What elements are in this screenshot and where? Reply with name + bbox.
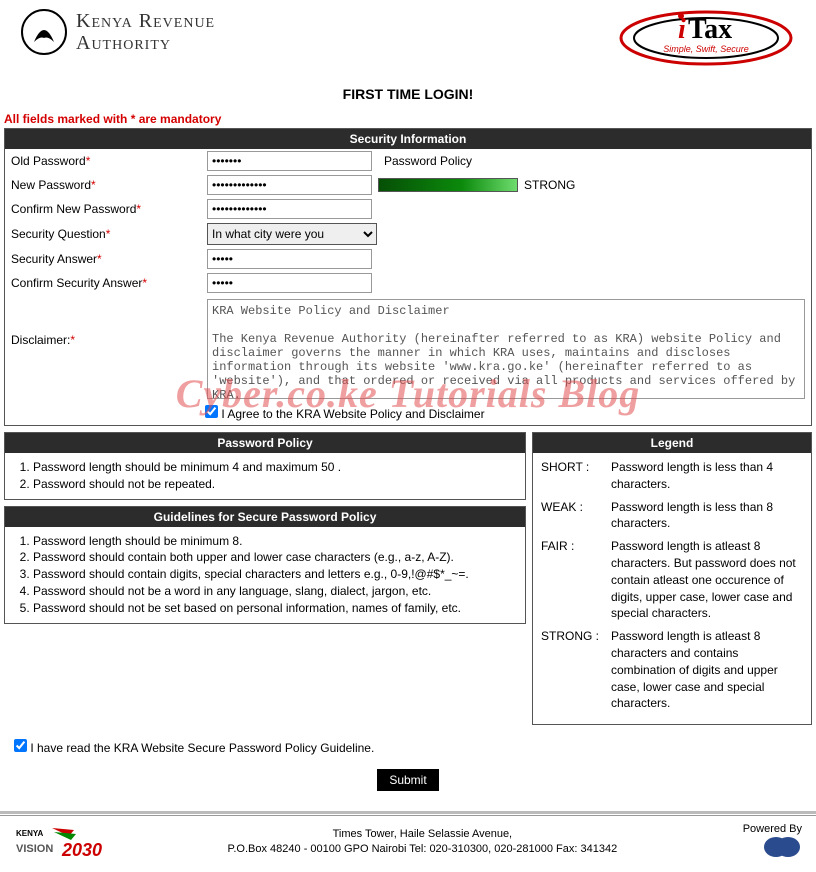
confirm-security-answer-input[interactable]: [207, 273, 372, 293]
guideline-check-label: I have read the KRA Website Secure Passw…: [30, 741, 374, 755]
new-password-input[interactable]: [207, 175, 372, 195]
confirm-security-answer-label: Confirm Security Answer*: [11, 276, 201, 290]
powered-by-logo-icon: [762, 835, 802, 859]
svg-text:2030: 2030: [61, 840, 102, 860]
strength-bar-icon: [378, 178, 518, 192]
strength-label: STRONG: [524, 178, 575, 192]
legend-strong-key: STRONG :: [541, 628, 605, 712]
powered-by-label: Powered By: [743, 823, 802, 835]
policy-item-1: Password length should be minimum 4 and …: [33, 459, 517, 476]
agree-disclaimer-label: I Agree to the KRA Website Policy and Di…: [221, 407, 484, 421]
legend-header: Legend: [533, 433, 811, 453]
page-footer: KENYA VISION 2030 Times Tower, Haile Sel…: [0, 816, 816, 872]
password-policy-label: Password Policy: [384, 154, 472, 168]
org-name-line2: Authority: [76, 32, 215, 54]
legend-weak-key: WEAK :: [541, 499, 605, 533]
old-password-label: Old Password*: [11, 154, 201, 168]
legend-fair-val: Password length is atleast 8 characters.…: [611, 538, 803, 622]
guideline-item-2: Password should contain both upper and l…: [33, 549, 517, 566]
legend-box: Legend SHORT : Password length is less t…: [532, 432, 812, 725]
guidelines-box: Guidelines for Secure Password Policy Pa…: [4, 506, 526, 624]
guidelines-header: Guidelines for Secure Password Policy: [5, 507, 525, 527]
guideline-item-4: Password should not be a word in any lan…: [33, 583, 517, 600]
page-header: Kenya Revenue Authority i Tax Simple, Sw…: [0, 0, 816, 68]
legend-fair-key: FAIR :: [541, 538, 605, 622]
legend-strong-val: Password length is atleast 8 characters …: [611, 628, 803, 712]
disclaimer-label: Disclaimer:*: [11, 299, 201, 347]
org-name-line1: Kenya Revenue: [76, 10, 215, 32]
security-answer-label: Security Answer*: [11, 252, 201, 266]
svg-text:KENYA: KENYA: [16, 829, 43, 838]
security-answer-input[interactable]: [207, 249, 372, 269]
mandatory-note: All fields marked with * are mandatory: [0, 112, 816, 128]
guideline-item-5: Password should not be set based on pers…: [33, 600, 517, 617]
security-information-section: Security Information Old Password* Passw…: [4, 128, 812, 426]
old-password-input[interactable]: [207, 151, 372, 171]
svg-text:VISION: VISION: [16, 843, 53, 855]
disclaimer-textarea[interactable]: [207, 299, 805, 399]
new-password-label: New Password*: [11, 178, 201, 192]
svg-text:Tax: Tax: [688, 14, 732, 45]
confirm-password-input[interactable]: [207, 199, 372, 219]
page-title: FIRST TIME LOGIN!: [0, 86, 816, 102]
guideline-checkbox[interactable]: [14, 739, 27, 752]
kra-logo: Kenya Revenue Authority: [20, 8, 215, 56]
footer-address-2: P.O.Box 48240 - 00100 GPO Nairobi Tel: 0…: [102, 842, 743, 857]
itax-tagline: Simple, Swift, Secure: [663, 44, 749, 54]
guideline-check-row: I have read the KRA Website Secure Passw…: [4, 733, 812, 761]
guideline-item-3: Password should contain digits, special …: [33, 566, 517, 583]
security-question-select[interactable]: In what city were you: [207, 223, 377, 245]
submit-button[interactable]: Submit: [377, 769, 438, 791]
confirm-password-label: Confirm New Password*: [11, 202, 201, 216]
password-strength: STRONG: [378, 178, 575, 192]
security-section-header: Security Information: [5, 129, 811, 149]
password-policy-box: Password Policy Password length should b…: [4, 432, 526, 500]
itax-logo: i Tax Simple, Swift, Secure: [616, 8, 796, 68]
legend-weak-val: Password length is less than 8 character…: [611, 499, 803, 533]
footer-address-1: Times Tower, Haile Selassie Avenue,: [102, 827, 743, 842]
security-question-label: Security Question*: [11, 227, 201, 241]
policy-item-2: Password should not be repeated.: [33, 476, 517, 493]
vision-2030-logo: KENYA VISION 2030: [14, 822, 102, 862]
legend-short-val: Password length is less than 4 character…: [611, 459, 803, 493]
agree-disclaimer-checkbox[interactable]: [205, 405, 218, 418]
lion-icon: [20, 8, 68, 56]
agree-disclaimer-row: I Agree to the KRA Website Policy and Di…: [5, 403, 811, 425]
password-policy-header: Password Policy: [5, 433, 525, 453]
guideline-item-1: Password length should be minimum 8.: [33, 533, 517, 550]
legend-short-key: SHORT :: [541, 459, 605, 493]
